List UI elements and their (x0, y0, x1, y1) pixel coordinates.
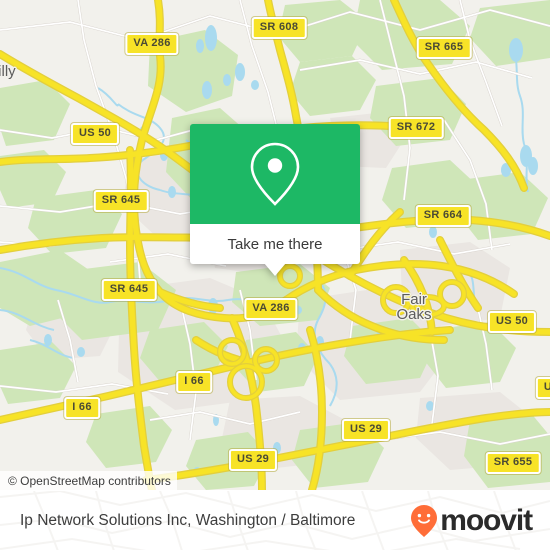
osm-attribution[interactable]: © OpenStreetMap contributors (0, 471, 177, 490)
road-shield-sr-645-south[interactable]: SR 645 (101, 279, 157, 301)
location-popup[interactable]: Take me there (190, 124, 360, 276)
road-shield-sr-608[interactable]: SR 608 (251, 17, 307, 39)
take-me-there-button[interactable]: Take me there (190, 224, 360, 264)
road-shield-partial-right-edge[interactable]: U (535, 377, 550, 399)
footer-bar: Ip Network Solutions Inc, Washington / B… (0, 490, 550, 550)
place-label-fair-oaks: Fair Oaks (396, 291, 432, 323)
road-shield-sr-672[interactable]: SR 672 (388, 117, 444, 139)
moovit-logo[interactable]: moovit (409, 504, 533, 538)
take-me-there-label: Take me there (227, 235, 323, 253)
road-shield-us-29-east[interactable]: US 29 (341, 419, 391, 441)
map-canvas[interactable]: tilly Fair Oaks SR 608 VA 286 SR 665 US … (0, 0, 550, 490)
road-shield-us-50-east[interactable]: US 50 (487, 311, 537, 333)
road-shield-us-50[interactable]: US 50 (70, 123, 120, 145)
road-shield-va-286[interactable]: VA 286 (125, 33, 179, 55)
road-shield-sr-655[interactable]: SR 655 (485, 452, 541, 474)
footer-content: Ip Network Solutions Inc, Washington / B… (0, 491, 550, 550)
road-shield-sr-645-north[interactable]: SR 645 (93, 190, 149, 212)
moovit-pin-smiley-icon (411, 505, 438, 537)
road-shield-va-286-south[interactable]: VA 286 (244, 298, 298, 320)
road-shield-i-66-east[interactable]: I 66 (176, 371, 212, 393)
moovit-wordmark: moovit (440, 504, 533, 537)
map-pin-icon (250, 142, 300, 206)
popup-tail (264, 263, 286, 276)
popup-icon-area (190, 124, 360, 224)
place-label-chantilly: tilly (0, 63, 16, 80)
road-shield-sr-665[interactable]: SR 665 (416, 37, 472, 59)
moovit-map-screenshot: tilly Fair Oaks SR 608 VA 286 SR 665 US … (0, 0, 550, 550)
road-shield-us-29-west[interactable]: US 29 (228, 449, 278, 471)
road-shield-sr-664[interactable]: SR 664 (415, 205, 471, 227)
road-shield-i-66-west[interactable]: I 66 (64, 397, 100, 419)
location-title: Ip Network Solutions Inc, Washington / B… (20, 512, 356, 529)
